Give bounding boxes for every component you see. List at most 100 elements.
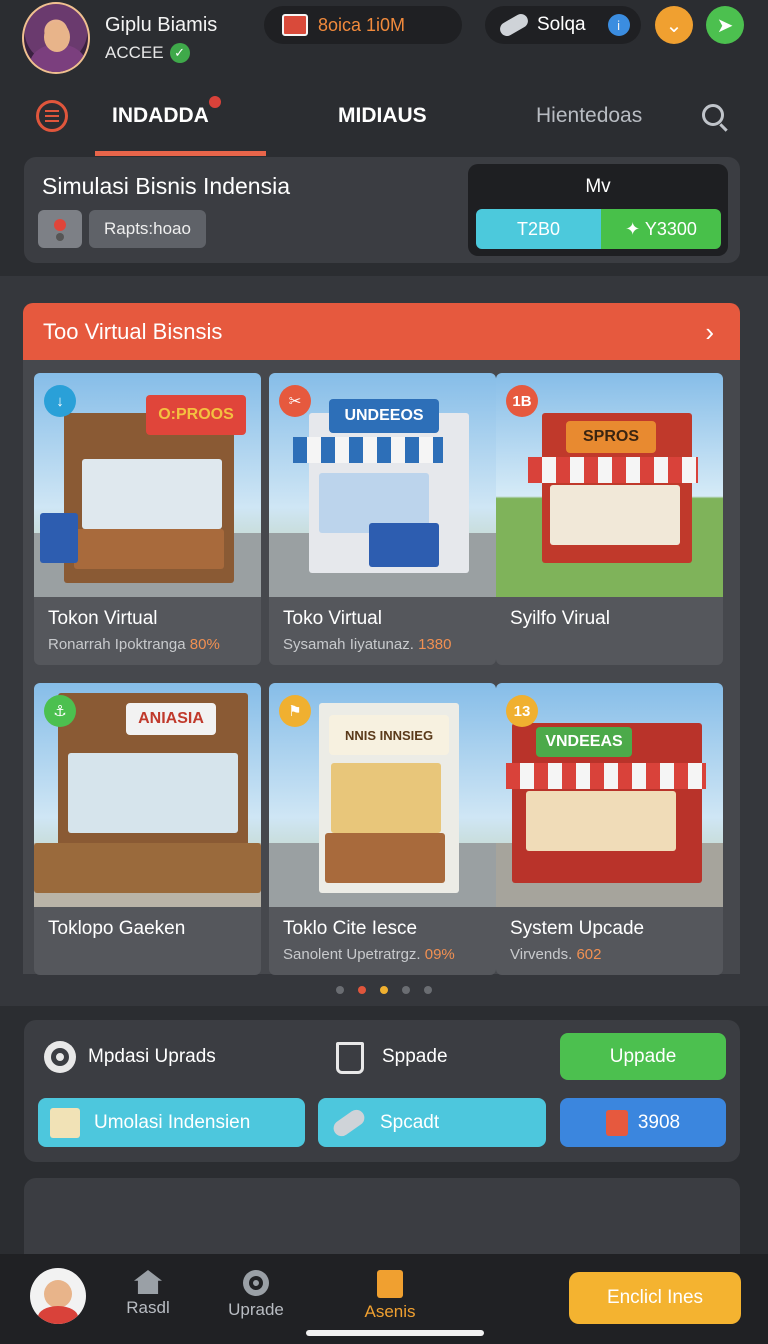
card-title: Syilfo Virual [510, 608, 610, 629]
business-card[interactable]: ANIASIA ⚓ Toklopo Gaeken [34, 683, 261, 975]
tab-midiaus[interactable]: MIDIAUS [338, 104, 427, 128]
card-subtitle: Sanolent Upetratrgz. 09% [283, 946, 455, 963]
nav-item-upgrade[interactable]: Uprade [211, 1270, 301, 1320]
box-icon [50, 1107, 80, 1138]
business-card[interactable]: VNDEEAS 13 System Upcade Virvends. 602 [496, 683, 723, 975]
card-badge: ⚓ [44, 695, 76, 727]
pager-dot[interactable] [424, 986, 432, 994]
header-tag[interactable]: Rapts:hoao [89, 210, 206, 248]
nav-label: Asenis [364, 1302, 416, 1321]
search-icon[interactable] [702, 104, 724, 126]
send-button[interactable]: ➤ [706, 6, 744, 44]
store-sign: ANIASIA [126, 703, 216, 735]
card-sub-text: Ronarrah Ipoktranga [48, 636, 186, 653]
panel-label-sppade: Sppade [382, 1046, 448, 1067]
profile-avatar[interactable] [30, 1268, 86, 1324]
gear-icon [243, 1270, 269, 1296]
simulation-button[interactable]: Umolasi Indensien [38, 1098, 305, 1147]
avatar-face [44, 22, 70, 52]
business-card[interactable]: UNDEEOS ✂ Toko Virtual Sysamah Iiyatunaz… [269, 373, 496, 665]
menu-icon [45, 115, 59, 117]
store-sign: VNDEEAS [536, 727, 632, 757]
store-sign: O:PROOS [146, 395, 246, 435]
pager-dots[interactable] [0, 986, 768, 994]
card-badge: ✂ [279, 385, 311, 417]
chevron-right-icon: › [705, 317, 714, 347]
card-value: 80% [189, 636, 220, 653]
solution-label: Solqa [537, 14, 586, 35]
business-card[interactable]: NNIS INNSIEG ⚑ Toklo Cite Iesce Sanolent… [269, 683, 496, 975]
cash-icon [605, 1109, 628, 1136]
currency-value: 8oica 1i0M [318, 14, 406, 35]
card-sub-text: Virvends. [510, 946, 573, 963]
business-card[interactable]: SPROS 1B Syilfo Virual [496, 373, 723, 665]
pager-dot[interactable] [358, 986, 366, 994]
spcadt-button[interactable]: Spcadt [318, 1098, 546, 1147]
spcadt-button-label: Spcadt [380, 1111, 440, 1133]
store-sign: NNIS INNSIEG [329, 715, 449, 755]
cup-icon [336, 1042, 364, 1074]
nav-item-home[interactable]: Rasdl [103, 1270, 193, 1318]
user-status: ACCEE ✓ [105, 43, 190, 63]
card-value: 1380 [418, 636, 452, 653]
user-name: Giplu Biamis [105, 14, 218, 36]
card-title: Tokon Virtual [48, 608, 158, 629]
pager-dot-active[interactable] [380, 986, 388, 994]
nav-label: Rasdl [126, 1298, 170, 1317]
tab-indadda[interactable]: INDADDA [112, 96, 221, 128]
notification-dot [208, 96, 221, 108]
cash-button-label: 3908 [637, 1111, 681, 1133]
card-subtitle: Sysamah Iiyatunaz. 1380 [283, 636, 451, 653]
chevron-down-button[interactable]: ⌄ [655, 6, 693, 44]
tab-hientedoas[interactable]: Hientedoas [536, 104, 642, 128]
card-title: Toko Virtual [283, 608, 382, 629]
card-title: System Upcade [510, 918, 645, 939]
store-sign: UNDEEOS [329, 399, 439, 433]
card-badge: ↓ [44, 385, 76, 417]
card-sub-text: Sanolent Upetratrgz. [283, 946, 421, 963]
section-title: Too Virtual Bisnsis [43, 318, 223, 344]
card-sub-text: Sysamah Iiyatunaz. [283, 636, 414, 653]
tab-label: MIDIAUS [338, 104, 427, 127]
tool-icon [330, 1106, 368, 1139]
solution-pill[interactable]: Solqa i [485, 6, 641, 44]
business-card[interactable]: O:PROOS ↓ Tokon Virtual Ronarrah Ipoktra… [34, 373, 261, 665]
upgrade-button[interactable]: Uppade [560, 1033, 726, 1080]
card-value: 602 [576, 946, 602, 963]
nav-label: Uprade [228, 1300, 284, 1319]
card-subtitle: Ronarrah Ipoktranga 80% [48, 636, 220, 653]
verified-icon: ✓ [169, 43, 190, 63]
cash-button[interactable]: 3908 [560, 1098, 726, 1147]
tab-label: INDADDA [112, 104, 209, 127]
pager-dot[interactable] [402, 986, 410, 994]
tab-label: Hientedoas [536, 104, 643, 127]
section-header[interactable]: Too Virtual Bisnsis › [23, 303, 740, 360]
store-sign: SPROS [566, 421, 656, 453]
stat-left-value: T2B0 [476, 209, 601, 249]
user-avatar[interactable] [22, 2, 90, 74]
stat-right-value: ✦ Y3300 [601, 209, 721, 249]
store-icon [282, 14, 308, 36]
cta-button[interactable]: Enclicl Ines [569, 1272, 741, 1324]
card-title: Toklopo Gaeken [48, 918, 186, 939]
currency-pill[interactable]: 8oica 1i0M [264, 6, 462, 44]
page-title: Simulasi Bisnis Indensia [42, 173, 291, 199]
card-badge: 13 [506, 695, 538, 727]
card-badge: 1B [506, 385, 538, 417]
stat-label: Mv [585, 176, 611, 197]
user-status-label: ACCEE [105, 43, 164, 62]
document-icon [377, 1270, 403, 1298]
panel-label-upgrade: Mpdasi Uprads [88, 1046, 216, 1067]
home-indicator [306, 1330, 484, 1336]
send-icon: ➤ [716, 14, 734, 37]
menu-button[interactable] [36, 100, 68, 132]
alarm-icon[interactable] [38, 210, 82, 248]
tool-icon [497, 11, 531, 39]
nav-item-bisnis[interactable]: Asenis [345, 1270, 435, 1322]
gear-icon [44, 1041, 76, 1073]
card-title: Toklo Cite Iesce [283, 918, 418, 939]
info-icon[interactable]: i [607, 14, 630, 36]
chevron-down-icon: ⌄ [665, 14, 683, 37]
card-value: 09% [424, 946, 455, 963]
pager-dot[interactable] [336, 986, 344, 994]
